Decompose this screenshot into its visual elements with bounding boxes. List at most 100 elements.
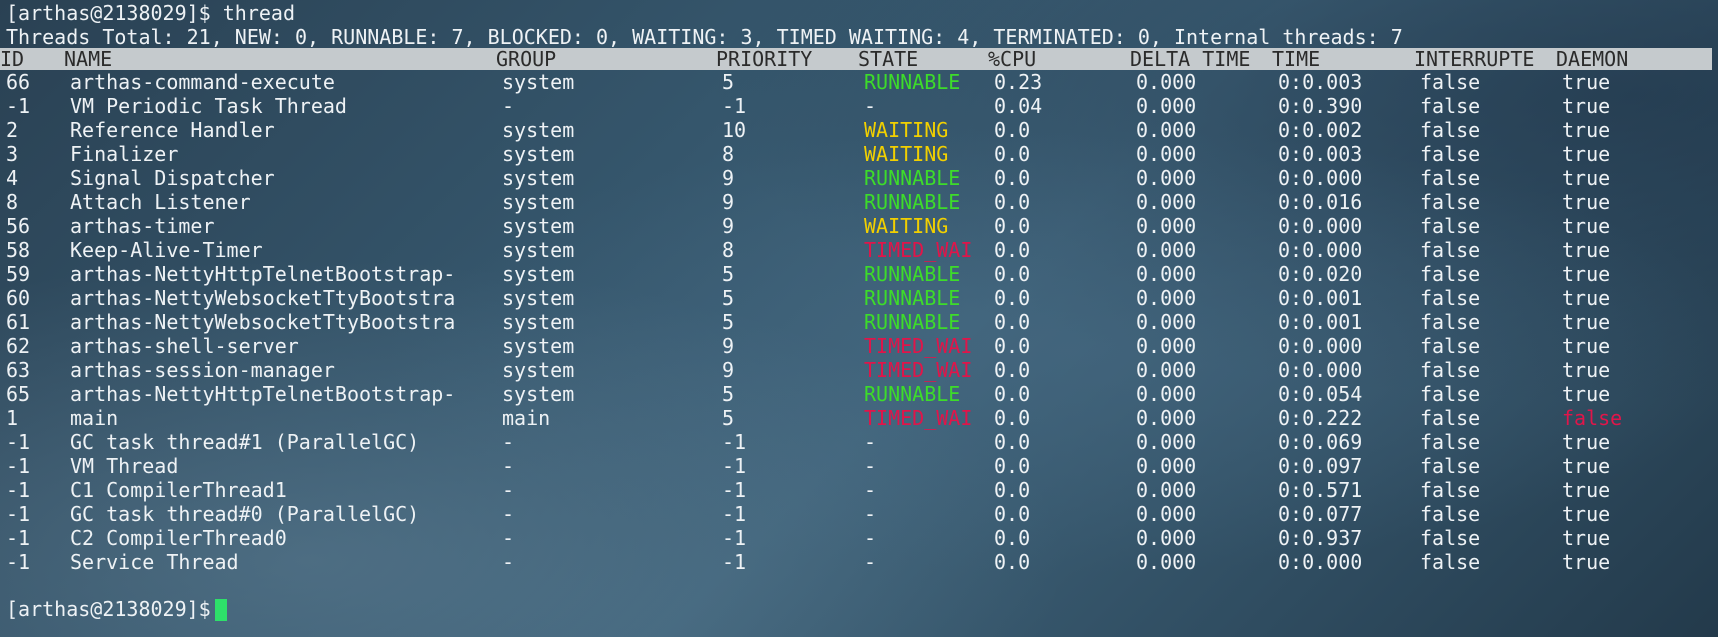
- thread-id: 62: [6, 334, 31, 358]
- thread-cpu: 0.0: [994, 310, 1031, 334]
- thread-state: TIMED_WAI: [864, 406, 973, 430]
- thread-table: ID NAME GROUP PRIORITY STATE %CPU DELTA_…: [0, 48, 1712, 574]
- thread-id: 59: [6, 262, 31, 286]
- thread-interrupted: false: [1420, 166, 1481, 190]
- thread-group: -: [502, 550, 515, 574]
- thread-time: 0:0.000: [1278, 358, 1363, 382]
- thread-cpu: 0.0: [994, 502, 1031, 526]
- thread-id: -1: [6, 430, 31, 454]
- thread-group: -: [502, 502, 515, 526]
- thread-id: -1: [6, 94, 31, 118]
- thread-priority: -1: [722, 94, 747, 118]
- table-row: 3 Finalizer system 8 WAITING 0.0 0.000 0:0.003 f…: [6, 142, 1712, 166]
- thread-state: TIMED_WAI: [864, 358, 973, 382]
- thread-state: RUNNABLE: [864, 382, 961, 406]
- thread-name: arthas-shell-server: [70, 334, 299, 358]
- thread-id: 8: [6, 190, 19, 214]
- thread-name: Signal Dispatcher: [70, 166, 275, 190]
- thread-group: system: [502, 190, 575, 214]
- thread-id: 60: [6, 286, 31, 310]
- thread-daemon: true: [1562, 454, 1611, 478]
- thread-group: system: [502, 166, 575, 190]
- thread-cpu: 0.0: [994, 286, 1031, 310]
- table-row: 60 arthas-NettyWebsocketTtyBootstra system…: [6, 286, 1712, 310]
- table-row: -1 VM Periodic Task Thread - -1 - 0.04 0.000 0:…: [6, 94, 1712, 118]
- thread-priority: -1: [722, 550, 747, 574]
- shell-prompt-active: [arthas@2138029]$: [6, 597, 211, 621]
- thread-time: 0:0.000: [1278, 214, 1363, 238]
- thread-priority: 8: [722, 238, 735, 262]
- thread-cpu: 0.0: [994, 550, 1031, 574]
- table-row: -1 C2 CompilerThread0 - -1 - 0.0 0.000 0:0.937 f…: [6, 526, 1712, 550]
- thread-time: 0:0.001: [1278, 286, 1363, 310]
- thread-group: system: [502, 70, 575, 94]
- thread-group: -: [502, 478, 515, 502]
- thread-time: 0:0.001: [1278, 310, 1363, 334]
- thread-state: RUNNABLE: [864, 262, 961, 286]
- thread-priority: -1: [722, 454, 747, 478]
- thread-name: main: [70, 406, 119, 430]
- table-header-row: ID NAME GROUP PRIORITY STATE %CPU DELTA_…: [0, 48, 1712, 70]
- thread-id: 58: [6, 238, 31, 262]
- table-row: -1 GC task thread#1 (ParallelGC) - -1 - 0.0 0.…: [6, 430, 1712, 454]
- table-row: 62 arthas-shell-server system 9 TIMED_WAI 0.0…: [6, 334, 1712, 358]
- thread-group: system: [502, 286, 575, 310]
- shell-prompt: [arthas@2138029]$: [6, 1, 211, 25]
- thread-priority: 5: [722, 70, 735, 94]
- thread-priority: 9: [722, 358, 735, 382]
- thread-delta-time: 0.000: [1136, 214, 1197, 238]
- thread-interrupted: false: [1420, 382, 1481, 406]
- thread-name: C1 CompilerThread1: [70, 478, 287, 502]
- thread-delta-time: 0.000: [1136, 118, 1197, 142]
- thread-name: arthas-command-execute: [70, 70, 335, 94]
- thread-group: -: [502, 430, 515, 454]
- thread-interrupted: false: [1420, 478, 1481, 502]
- thread-name: C2 CompilerThread0: [70, 526, 287, 550]
- thread-priority: -1: [722, 526, 747, 550]
- thread-delta-time: 0.000: [1136, 502, 1197, 526]
- thread-daemon: true: [1562, 262, 1611, 286]
- thread-group: system: [502, 310, 575, 334]
- thread-interrupted: false: [1420, 94, 1481, 118]
- thread-id: -1: [6, 550, 31, 574]
- thread-interrupted: false: [1420, 142, 1481, 166]
- thread-delta-time: 0.000: [1136, 478, 1197, 502]
- thread-cpu: 0.0: [994, 430, 1031, 454]
- column-header-group: GROUP: [496, 48, 557, 70]
- thread-delta-time: 0.000: [1136, 142, 1197, 166]
- thread-daemon: true: [1562, 550, 1611, 574]
- thread-delta-time: 0.000: [1136, 70, 1197, 94]
- thread-interrupted: false: [1420, 286, 1481, 310]
- thread-time: 0:0.000: [1278, 550, 1363, 574]
- thread-state: RUNNABLE: [864, 190, 961, 214]
- thread-delta-time: 0.000: [1136, 166, 1197, 190]
- thread-time: 0:0.016: [1278, 190, 1363, 214]
- thread-state: RUNNABLE: [864, 70, 961, 94]
- thread-daemon: true: [1562, 478, 1611, 502]
- input-line[interactable]: [arthas@2138029]$: [6, 596, 1712, 622]
- text-cursor: [214, 599, 227, 621]
- thread-group: system: [502, 334, 575, 358]
- thread-group: system: [502, 358, 575, 382]
- terminal-window[interactable]: [arthas@2138029]$ thread Threads Total: …: [0, 0, 1712, 622]
- thread-time: 0:0.002: [1278, 118, 1363, 142]
- column-header-state: STATE: [858, 48, 919, 70]
- thread-interrupted: false: [1420, 358, 1481, 382]
- thread-daemon: true: [1562, 142, 1611, 166]
- table-row: 1 main main 5 TIMED_WAI 0.0 0.000 0:0.222 false f…: [6, 406, 1712, 430]
- thread-interrupted: false: [1420, 118, 1481, 142]
- thread-interrupted: false: [1420, 550, 1481, 574]
- thread-cpu: 0.0: [994, 454, 1031, 478]
- thread-interrupted: false: [1420, 454, 1481, 478]
- thread-name: arthas-timer: [70, 214, 215, 238]
- thread-id: 1: [6, 406, 19, 430]
- thread-time: 0:0.571: [1278, 478, 1363, 502]
- thread-daemon: true: [1562, 334, 1611, 358]
- thread-interrupted: false: [1420, 430, 1481, 454]
- thread-daemon: true: [1562, 118, 1611, 142]
- thread-interrupted: false: [1420, 526, 1481, 550]
- thread-delta-time: 0.000: [1136, 526, 1197, 550]
- thread-cpu: 0.0: [994, 214, 1031, 238]
- thread-delta-time: 0.000: [1136, 94, 1197, 118]
- thread-interrupted: false: [1420, 238, 1481, 262]
